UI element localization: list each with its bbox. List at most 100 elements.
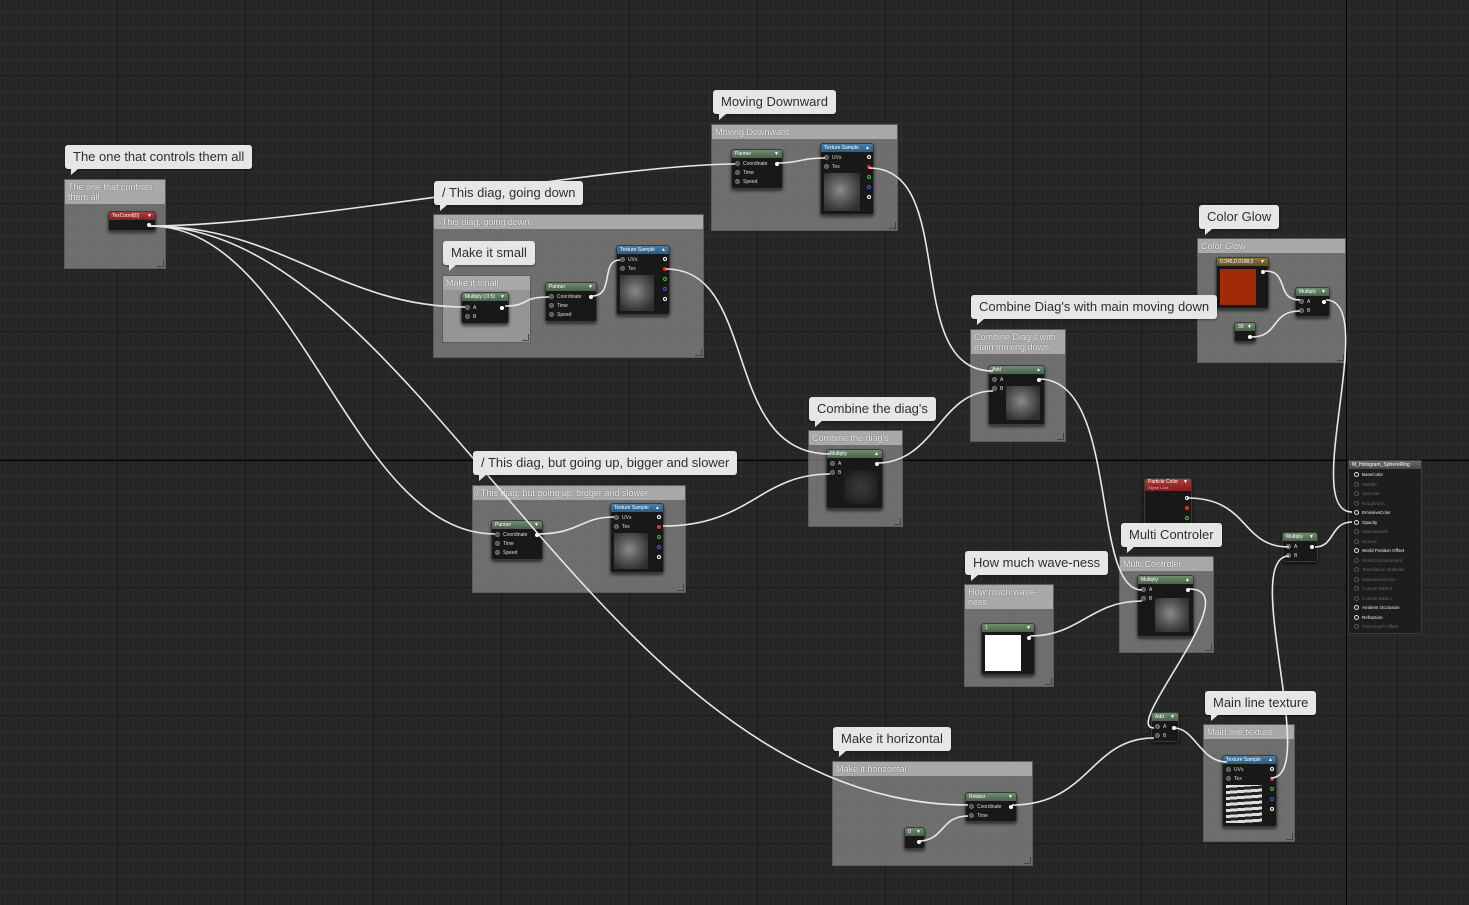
output-pin-g[interactable] bbox=[1185, 516, 1189, 520]
pin-b[interactable]: B bbox=[992, 386, 1003, 392]
output-pin-b[interactable] bbox=[663, 287, 667, 291]
collapse-arrow-icon[interactable]: ▲ bbox=[1036, 366, 1041, 374]
comment-bubble-diag-up[interactable]: / This diag, but going up, bigger and sl… bbox=[473, 451, 738, 481]
comment-bubble-make-small[interactable]: Make it small bbox=[443, 241, 535, 271]
resize-grip[interactable] bbox=[1205, 644, 1212, 651]
output-pin-r[interactable] bbox=[1270, 777, 1274, 781]
pin-b[interactable]: B bbox=[830, 470, 841, 476]
pin-tex[interactable]: Tex bbox=[620, 266, 636, 272]
pin-coordinate[interactable]: Coordinate bbox=[735, 161, 767, 167]
output-pin[interactable] bbox=[1261, 270, 1265, 274]
output-pin[interactable] bbox=[500, 306, 504, 310]
texcoord-node[interactable]: TexCoord[0] ▼ bbox=[108, 211, 156, 231]
add-node-combine-main[interactable]: Add ▲ A B bbox=[988, 365, 1045, 425]
output-pin[interactable] bbox=[917, 840, 921, 844]
multiply-node-small[interactable]: Multiply (,0.5) ▼ A B bbox=[461, 292, 509, 324]
output-pin[interactable] bbox=[589, 295, 593, 299]
output-pin-rgb[interactable] bbox=[1270, 767, 1274, 771]
pin-a[interactable]: A bbox=[465, 305, 476, 311]
pin-uvs[interactable]: UVs bbox=[1226, 767, 1243, 773]
material-input-pin[interactable]: Refraction bbox=[1354, 615, 1383, 621]
comment-bubble-wave[interactable]: How much wave-ness bbox=[965, 551, 1109, 581]
resize-grip[interactable] bbox=[1286, 833, 1293, 840]
collapse-arrow-icon[interactable]: ▼ bbox=[147, 212, 152, 220]
collapse-arrow-icon[interactable]: ▼ bbox=[916, 828, 921, 836]
output-pin-g[interactable] bbox=[663, 277, 667, 281]
pin-coordinate[interactable]: Coordinate bbox=[969, 804, 1001, 810]
resize-grip[interactable] bbox=[522, 334, 529, 341]
panner-node-moving-downward[interactable]: Panner ▼ Coordinate Time Speed bbox=[731, 149, 783, 189]
material-input-pin[interactable]: Custom Data 0 bbox=[1354, 586, 1392, 592]
material-input-pin[interactable]: BaseColor bbox=[1354, 472, 1383, 478]
pin-tex[interactable]: Tex bbox=[614, 524, 630, 530]
collapse-arrow-icon[interactable]: ▼ bbox=[1321, 288, 1326, 296]
pin-a[interactable]: A bbox=[992, 377, 1003, 383]
pin-a[interactable]: A bbox=[830, 461, 841, 467]
pin-time[interactable]: Time bbox=[495, 541, 514, 547]
output-pin[interactable] bbox=[1009, 805, 1013, 809]
output-pin[interactable] bbox=[1037, 378, 1041, 382]
panner-node-diag-down[interactable]: Panner ▼ Coordinate Time Speed bbox=[545, 282, 597, 322]
output-pin-rgb[interactable] bbox=[867, 155, 871, 159]
output-pin-a[interactable] bbox=[657, 555, 661, 559]
texture-sample-node-diag-down[interactable]: Texture Sample ▲ UVs Tex bbox=[616, 245, 670, 315]
pin-coordinate[interactable]: Coordinate bbox=[495, 532, 527, 538]
multiply-node-combine-diags[interactable]: Multiply ▲ A B bbox=[826, 449, 883, 509]
output-pin-rgb[interactable] bbox=[1185, 496, 1189, 500]
material-input-pin[interactable]: Metallic bbox=[1354, 482, 1377, 488]
resize-grip[interactable] bbox=[1337, 354, 1344, 361]
output-pin[interactable] bbox=[1186, 588, 1190, 592]
resize-grip[interactable] bbox=[1045, 678, 1052, 685]
collapse-arrow-icon[interactable]: ▼ bbox=[1008, 793, 1013, 801]
constant-30-node[interactable]: 30 ▼ bbox=[1234, 322, 1256, 342]
comment-bubble-moving-downward[interactable]: Moving Downward bbox=[713, 90, 836, 120]
constant-1-node[interactable]: 1 ▼ bbox=[981, 623, 1035, 675]
material-input-pin[interactable]: Specular bbox=[1354, 491, 1380, 497]
pin-speed[interactable]: Speed bbox=[549, 312, 571, 318]
collapse-arrow-icon[interactable]: ▲ bbox=[865, 144, 870, 152]
texture-sample-node-main-line[interactable]: Texture Sample ▲ UVs Tex bbox=[1222, 755, 1277, 827]
resize-grip[interactable] bbox=[157, 260, 164, 267]
collapse-arrow-icon[interactable]: ▼ bbox=[588, 283, 593, 291]
output-pin-a[interactable] bbox=[663, 297, 667, 301]
output-pin-a[interactable] bbox=[1270, 807, 1274, 811]
pin-time[interactable]: Time bbox=[549, 303, 568, 309]
texture-sample-node-diag-up[interactable]: Texture Sample ▲ UVs Tex bbox=[610, 503, 664, 573]
multiply-node-opacity[interactable]: Multiply ▼ A B bbox=[1282, 532, 1318, 562]
collapse-arrow-icon[interactable]: ▲ bbox=[655, 504, 660, 512]
pin-tex[interactable]: Tex bbox=[1226, 776, 1242, 782]
pin-b[interactable]: B bbox=[1299, 308, 1310, 314]
material-input-pin[interactable]: Tessellation Multiplier bbox=[1354, 567, 1405, 573]
collapse-arrow-icon[interactable]: ▼ bbox=[1170, 713, 1175, 721]
collapse-arrow-icon[interactable]: ▲ bbox=[1268, 756, 1273, 764]
panner-node-diag-up[interactable]: Panner ▼ Coordinate Time Speed bbox=[491, 520, 543, 560]
output-pin[interactable] bbox=[1310, 545, 1314, 549]
collapse-arrow-icon[interactable]: ▼ bbox=[1183, 479, 1188, 485]
output-pin-b[interactable] bbox=[1270, 797, 1274, 801]
collapse-arrow-icon[interactable]: ▼ bbox=[1247, 323, 1252, 331]
resize-grip[interactable] bbox=[677, 584, 684, 591]
resize-grip[interactable] bbox=[1057, 433, 1064, 440]
material-output-node[interactable]: M_Hologram_SphereRing BaseColor Metallic S… bbox=[1348, 460, 1422, 634]
rotator-node[interactable]: Rotator ▼ Coordinate Time bbox=[965, 792, 1017, 822]
pin-a[interactable]: A bbox=[1141, 587, 1152, 593]
output-pin[interactable] bbox=[1027, 636, 1031, 640]
pin-b[interactable]: B bbox=[1141, 596, 1152, 602]
comment-bubble-main-line[interactable]: Main line texture bbox=[1205, 691, 1317, 721]
output-pin-rgb[interactable] bbox=[663, 257, 667, 261]
material-input-pin[interactable]: SubsurfaceColor bbox=[1354, 577, 1396, 583]
pin-a[interactable]: A bbox=[1155, 724, 1166, 730]
material-input-pin[interactable]: EmissiveColor bbox=[1354, 510, 1391, 516]
comment-bubble-combine-main[interactable]: Combine Diag's with main moving down bbox=[971, 295, 1218, 325]
add-node-small[interactable]: Add ▼ A B bbox=[1151, 712, 1179, 742]
comment-bubble-color-glow[interactable]: Color Glow bbox=[1199, 205, 1280, 235]
pin-uvs[interactable]: UVs bbox=[620, 257, 637, 263]
resize-grip[interactable] bbox=[1024, 857, 1031, 864]
multiply-node-color-glow[interactable]: Multiply ▼ A B bbox=[1295, 287, 1330, 317]
resize-grip[interactable] bbox=[889, 222, 896, 229]
material-input-pin[interactable]: Normal bbox=[1354, 539, 1377, 545]
output-pin-r[interactable] bbox=[867, 165, 871, 169]
collapse-arrow-icon[interactable]: ▲ bbox=[1185, 576, 1190, 584]
comment-bubble-horizontal[interactable]: Make it horizontal bbox=[833, 727, 951, 757]
pin-speed[interactable]: Speed bbox=[735, 179, 757, 185]
